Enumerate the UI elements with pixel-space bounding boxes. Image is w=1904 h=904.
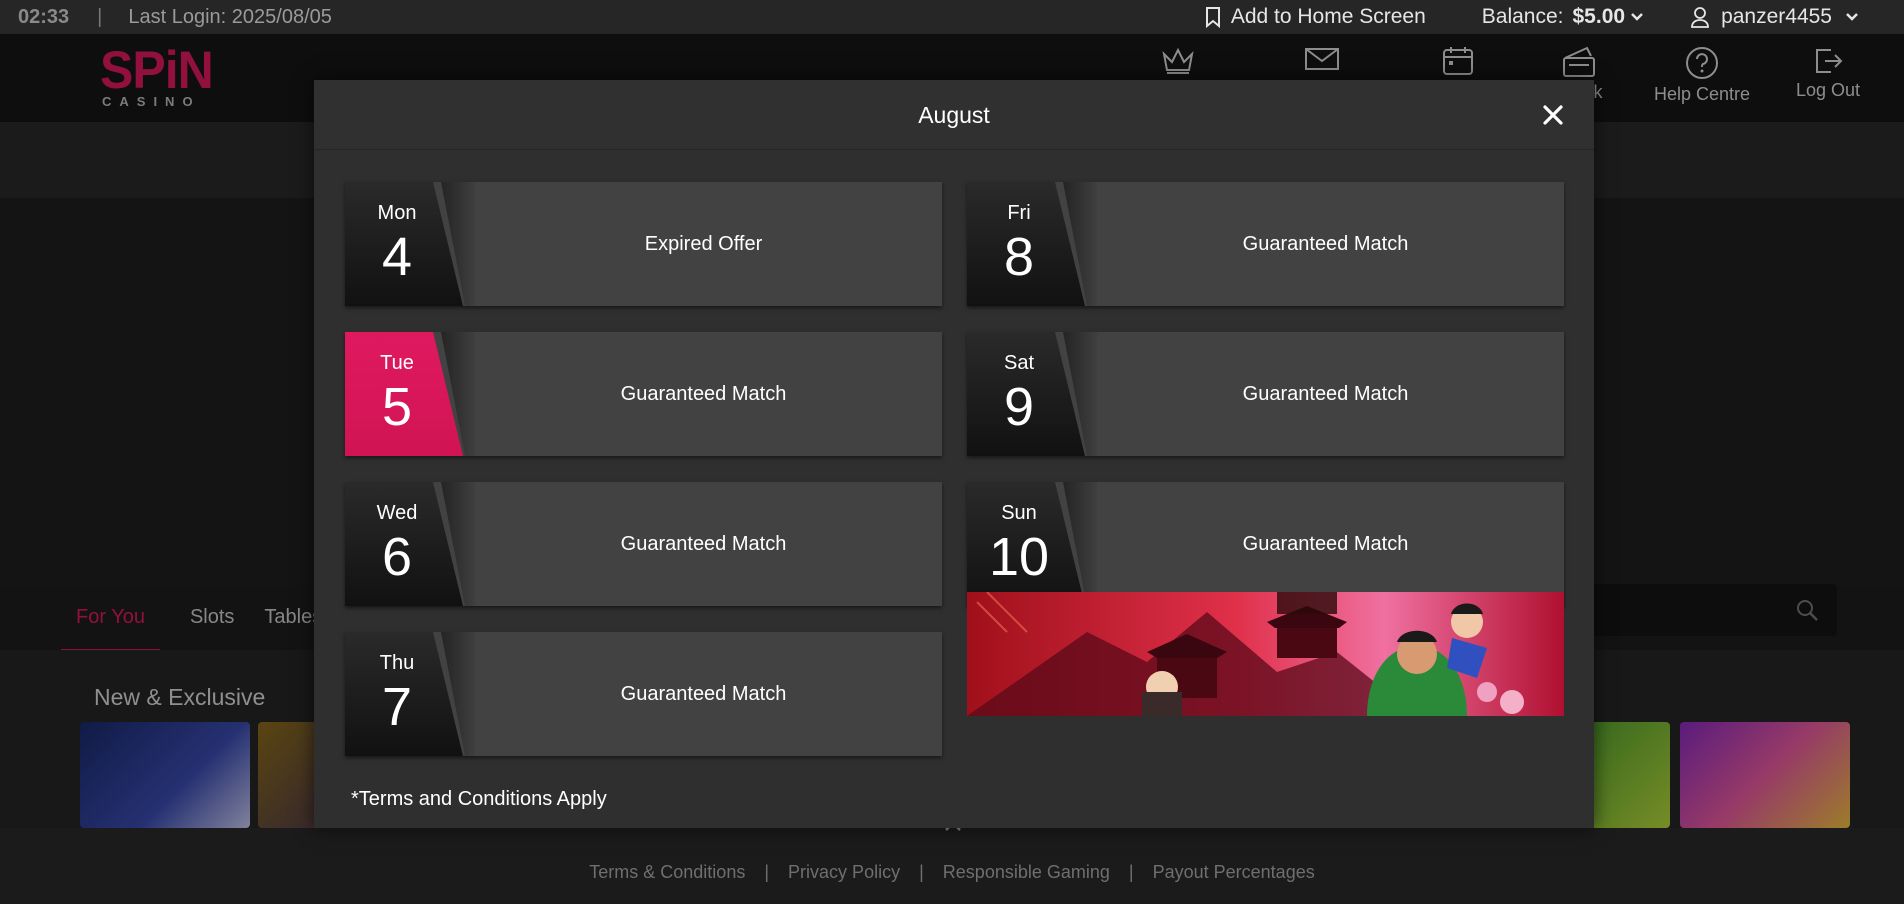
day-card-tue[interactable]: Tue 5 Guaranteed Match [345,332,942,456]
modal-header: August [314,80,1594,150]
day-card-fri[interactable]: Fri 8 Guaranteed Match [967,182,1564,306]
day-number: 10 [988,527,1050,587]
day-of-week: Thu [379,652,415,674]
username: panzer4455 [1721,5,1832,28]
footer-link-payout[interactable]: Payout Percentages [1153,862,1315,882]
day-card-mon[interactable]: Mon 4 Expired Offer [345,182,942,306]
footer-link-privacy[interactable]: Privacy Policy [788,862,900,882]
offer-label: Guaranteed Match [620,383,787,405]
day-card-thu[interactable]: Thu 7 Guaranteed Match [345,632,942,756]
user-icon [1691,6,1709,28]
day-number: 8 [1003,227,1035,287]
topbar-separator: | [97,5,103,28]
offer-label: Guaranteed Match [1242,533,1409,555]
terms-note: *Terms and Conditions Apply [351,788,607,810]
close-icon[interactable] [1538,100,1568,130]
day-of-week: Sun [1001,502,1037,524]
day-card-sun[interactable]: Sun 10 Guaranteed Match [967,482,1564,606]
chevron-down-icon [1631,13,1643,21]
day-number: 6 [381,527,413,587]
chevron-down-icon [1846,13,1858,21]
day-number: 9 [1003,377,1035,437]
footer-link-terms[interactable]: Terms & Conditions [589,862,745,882]
offer-label: Guaranteed Match [1242,233,1409,255]
user-menu[interactable]: panzer4455 [1691,5,1870,29]
day-of-week: Fri [1007,202,1031,224]
last-login: Last Login: 2025/08/05 [128,5,332,28]
day-of-week: Mon [377,202,417,224]
footer-link-responsible-gaming[interactable]: Responsible Gaming [943,862,1110,882]
balance-dropdown[interactable]: Balance: $5.00 [1482,5,1643,29]
day-of-week: Wed [376,502,418,524]
calendar-modal: August Mon 4 Expired Offer Fri 8 Guaranteed M… [314,80,1594,828]
offer-label: Expired Offer [644,233,763,255]
add-to-home-button[interactable]: Add to Home Screen [1205,5,1426,29]
day-of-week: Sat [1003,352,1035,374]
day-number: 5 [381,377,413,437]
offer-label: Guaranteed Match [620,533,787,555]
day-card-sat[interactable]: Sat 9 Guaranteed Match [967,332,1564,456]
day-number: 7 [381,677,413,737]
offer-label: Guaranteed Match [620,683,787,705]
day-card-wed[interactable]: Wed 6 Guaranteed Match [345,482,942,606]
offer-label: Guaranteed Match [1242,383,1409,405]
balance-label: Balance: [1481,5,1564,28]
top-bar: 02:33 | Last Login: 2025/08/05 Add to Ho… [0,0,1904,34]
balance-value: $5.00 [1572,5,1626,28]
day-of-week: Tue [380,352,414,374]
clock-time: 02:33 [18,5,70,28]
promo-banner-image [967,592,1564,716]
modal-body: Mon 4 Expired Offer Fri 8 Guaranteed Match Tue… [314,150,1594,828]
day-number: 4 [381,227,413,287]
add-to-home-label: Add to Home Screen [1230,5,1426,28]
bookmark-icon [1205,6,1220,28]
modal-title: August [918,102,990,128]
footer-links: Terms & Conditions | Privacy Policy | Re… [589,862,1315,882]
promo-banner[interactable] [967,592,1564,716]
